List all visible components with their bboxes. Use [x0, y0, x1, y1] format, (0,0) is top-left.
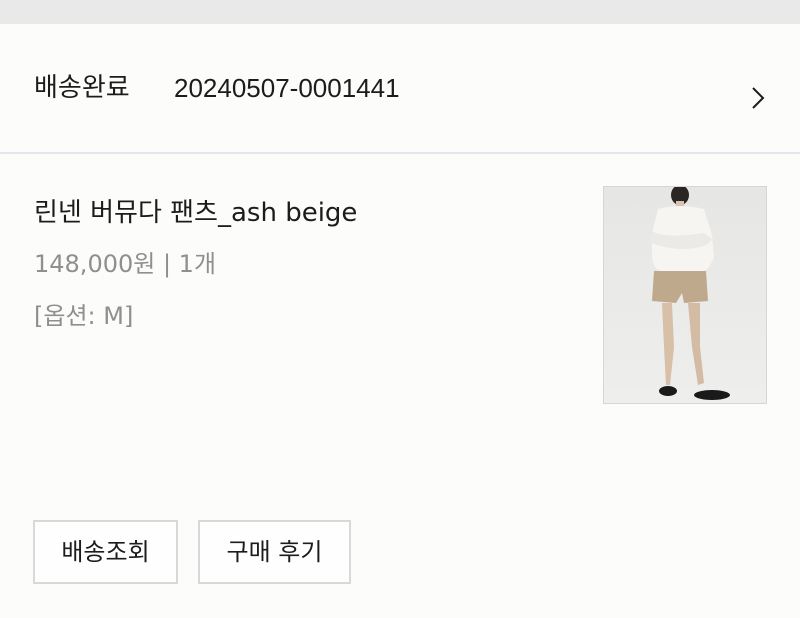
- product-photo-icon: [604, 187, 766, 403]
- product-price-quantity: 148,000원 | 1개: [34, 250, 217, 278]
- product-option: [옵션: M]: [34, 302, 134, 330]
- product-name: 린넨 버뮤다 팬츠_ash beige: [34, 198, 358, 228]
- order-status: 배송완료: [34, 73, 130, 103]
- chevron-right-icon: [752, 87, 765, 109]
- top-strip: [0, 0, 800, 24]
- track-delivery-button[interactable]: 배송조회: [33, 520, 178, 584]
- order-header-row[interactable]: 배송완료 20240507-0001441: [0, 24, 800, 154]
- write-review-button[interactable]: 구매 후기: [198, 520, 351, 584]
- product-thumbnail[interactable]: [603, 186, 767, 404]
- order-number: 20240507-0001441: [174, 73, 400, 103]
